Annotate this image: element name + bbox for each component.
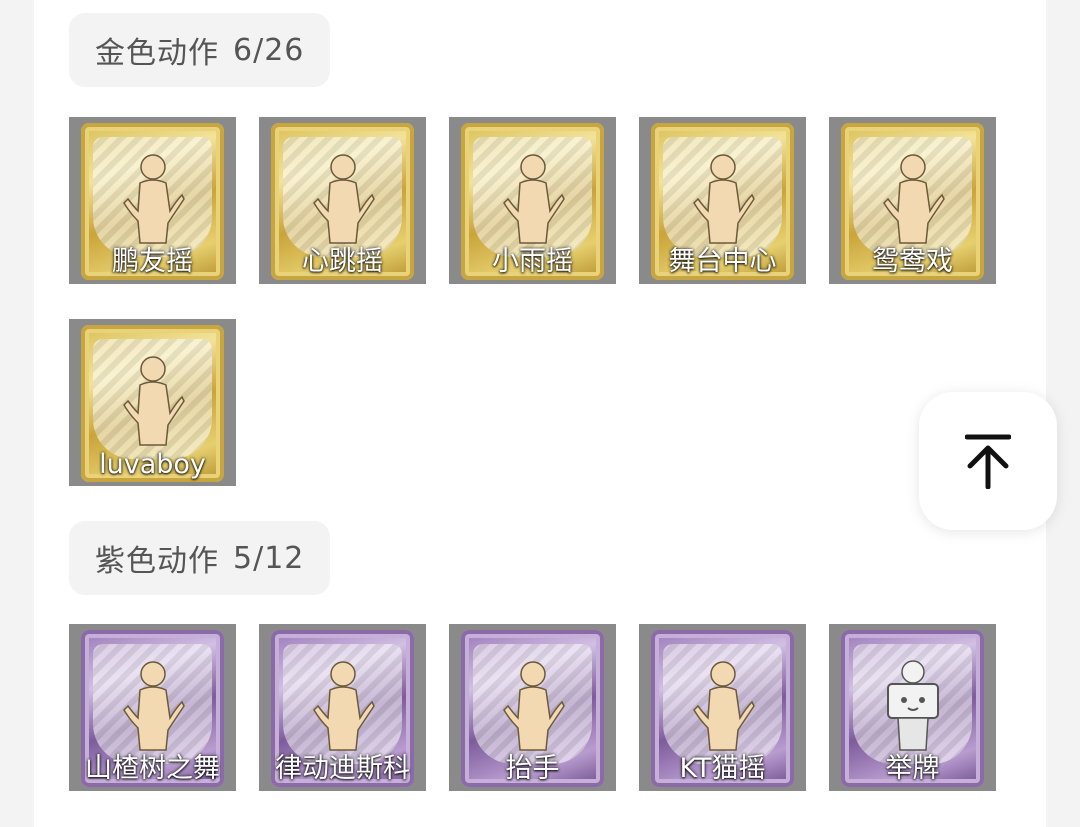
dancer-icon [118, 353, 188, 453]
section-header-gold: 金色动作 6/26 [69, 13, 331, 87]
section-header-purple: 紫色动作 5/12 [69, 521, 331, 595]
content-panel: 金色动作 6/26 鹏友摇 心跳摇 小雨摇 舞台中心 鸳鸯戏 luvaboy 紫… [34, 0, 1046, 827]
dancer-icon [118, 658, 188, 758]
action-label: 舞台中心 [668, 246, 777, 277]
dancer-icon [688, 151, 758, 251]
action-tile[interactable]: 抬手 [449, 624, 616, 791]
action-tile[interactable]: 山楂树之舞 [69, 624, 236, 791]
arrow-up-to-top-icon [965, 434, 1011, 489]
dancer-icon [308, 658, 378, 758]
section-count: 6/26 [233, 32, 305, 68]
action-tile[interactable]: 鹏友摇 [69, 117, 236, 284]
action-label: luvaboy [99, 449, 206, 480]
dancer-icon [498, 658, 568, 758]
section-title: 紫色动作 [95, 544, 219, 579]
action-label: 小雨摇 [492, 246, 573, 277]
action-label: 鸳鸯戏 [872, 246, 953, 277]
action-label: 山楂树之舞 [85, 753, 220, 784]
section-title: 金色动作 [95, 36, 219, 71]
action-tile[interactable]: 举牌 [829, 624, 996, 791]
action-label: 心跳摇 [302, 246, 383, 277]
dancer-icon [118, 151, 188, 251]
action-label: 鹏友摇 [112, 246, 193, 277]
dancer-icon [878, 151, 948, 251]
action-tile[interactable]: KT猫摇 [639, 624, 806, 791]
action-tile[interactable]: luvaboy [69, 319, 236, 486]
dancer-icon [498, 151, 568, 251]
scroll-to-top-button[interactable] [919, 392, 1057, 530]
action-label: 举牌 [885, 753, 940, 784]
action-label: KT猫摇 [679, 753, 766, 784]
dancer-icon [308, 151, 378, 251]
action-label: 律动迪斯科 [275, 753, 410, 784]
action-tile[interactable]: 鸳鸯戏 [829, 117, 996, 284]
action-tile[interactable]: 小雨摇 [449, 117, 616, 284]
section-count: 5/12 [233, 540, 305, 576]
action-tile[interactable]: 律动迪斯科 [259, 624, 426, 791]
action-tile[interactable]: 心跳摇 [259, 117, 426, 284]
sign-holder-icon [878, 658, 948, 758]
action-tile[interactable]: 舞台中心 [639, 117, 806, 284]
action-label: 抬手 [505, 753, 560, 784]
dancer-icon [688, 658, 758, 758]
